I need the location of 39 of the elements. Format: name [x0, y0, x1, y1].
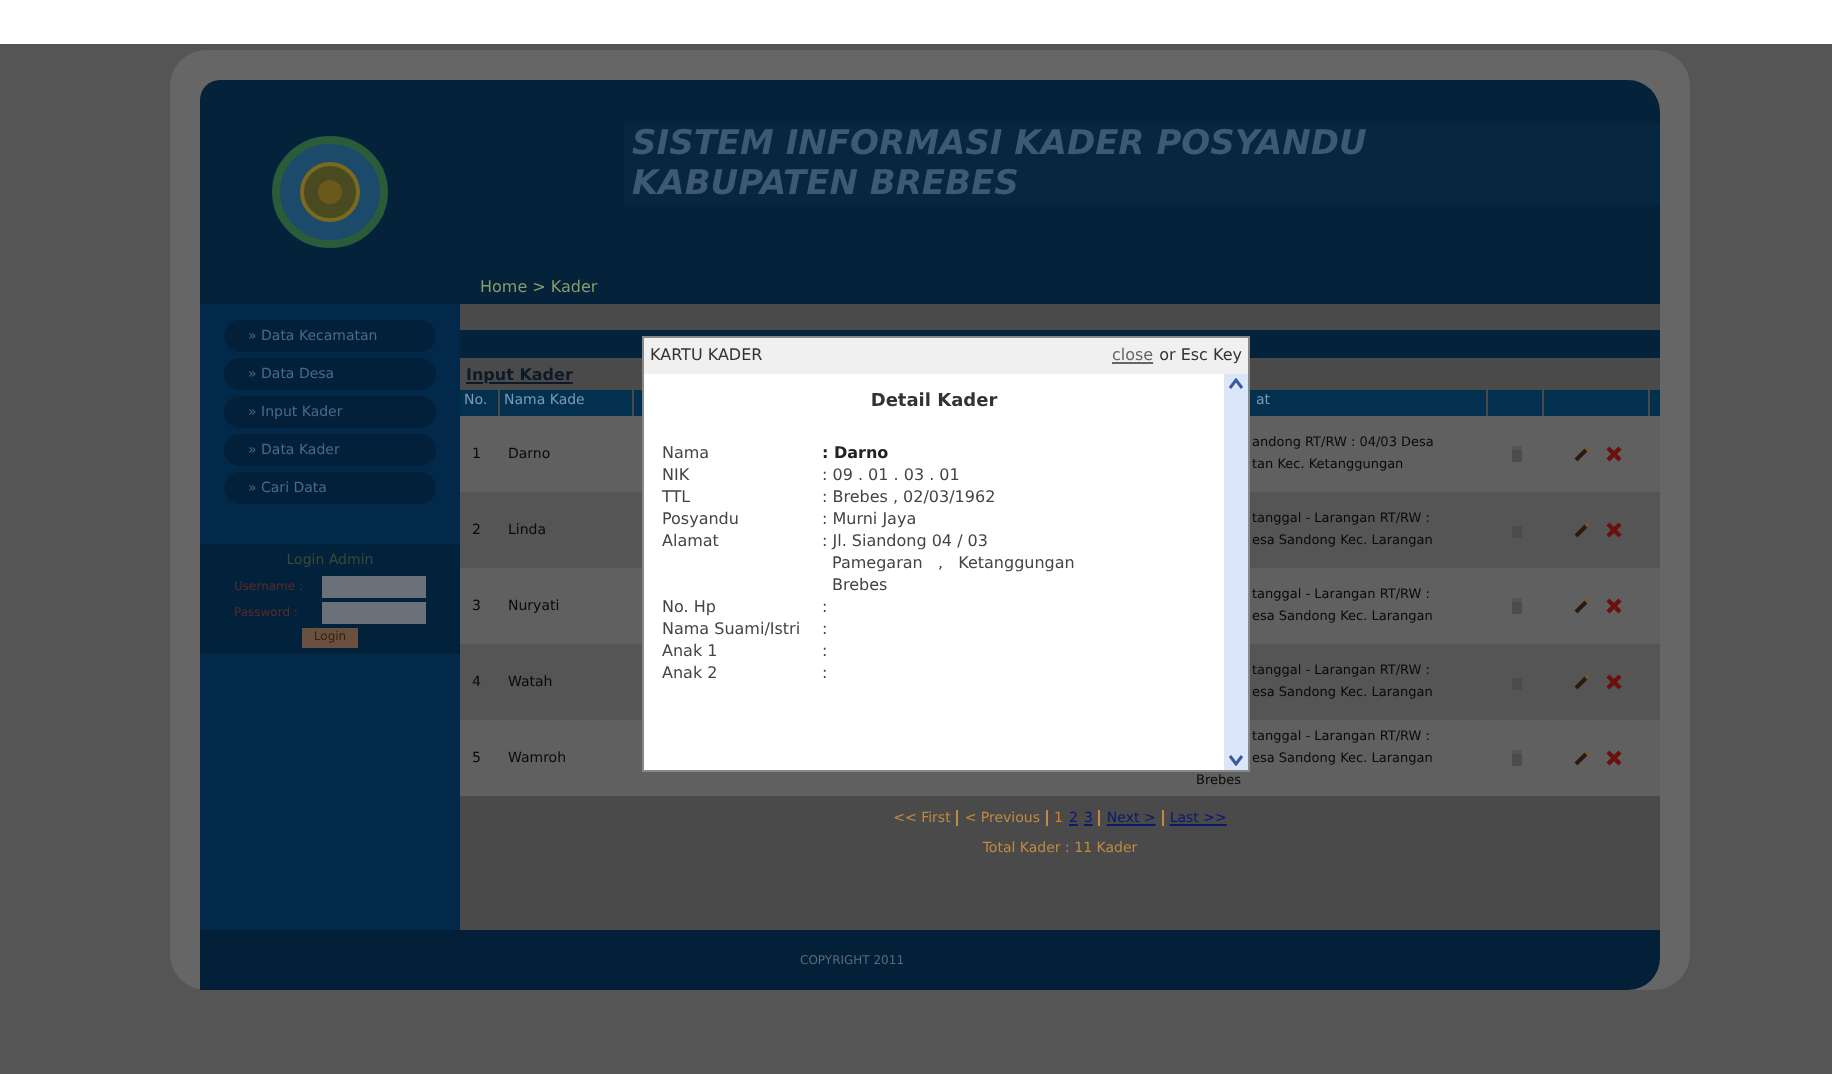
pencil-icon[interactable]: [1573, 598, 1589, 614]
field-value: :: [822, 595, 830, 617]
field-value: : Brebes , 02/03/1962: [822, 485, 998, 507]
field-label: NIK: [662, 463, 692, 485]
scroll-down-icon: [1228, 754, 1244, 766]
pencil-icon[interactable]: [1573, 446, 1589, 462]
scroll-up-icon: [1228, 378, 1244, 390]
field-value: :: [822, 661, 830, 683]
modal-heading: Detail Kader: [868, 390, 1000, 416]
field-value: : 09 . 01 . 03 . 01: [822, 463, 962, 485]
close-hint: or Esc Key: [1159, 344, 1242, 368]
field-label: No. Hp: [662, 595, 718, 617]
field-value: : Murni Jaya: [822, 507, 919, 529]
delete-icon[interactable]: [1605, 446, 1621, 462]
emblem-icon: [270, 134, 390, 250]
delete-icon[interactable]: [1605, 750, 1621, 766]
field-value: :: [822, 617, 830, 639]
pencil-icon[interactable]: [1573, 522, 1589, 538]
field-label: Posyandu: [662, 507, 741, 529]
field-label: Alamat: [662, 529, 721, 553]
field-label: Nama Suami/Istri: [662, 617, 803, 639]
pencil-icon[interactable]: [1573, 674, 1589, 690]
input-kader-link[interactable]: Input Kader: [460, 358, 573, 390]
field-label: TTL: [662, 485, 693, 507]
pencil-icon[interactable]: [1573, 750, 1589, 766]
delete-icon[interactable]: [1605, 522, 1621, 538]
field-value: : Jl. Siandong 04 / 03 Pamegaran , Ketanggungan Brebes: [822, 529, 1077, 595]
delete-icon[interactable]: [1605, 598, 1621, 614]
delete-icon[interactable]: [1605, 674, 1621, 690]
breadcrumb: Home > Kader: [480, 276, 598, 300]
input-field[interactable]: [322, 575, 426, 597]
field-value: : Darno: [822, 441, 891, 463]
field-label: Anak 1: [662, 639, 720, 661]
modal-title: KARTU KADER: [650, 344, 763, 368]
close-link[interactable]: close: [1111, 344, 1154, 368]
input-field[interactable]: [322, 601, 426, 623]
field-value: :: [822, 639, 830, 661]
field-label: Nama: [662, 441, 712, 463]
field-label: Anak 2: [662, 661, 720, 683]
